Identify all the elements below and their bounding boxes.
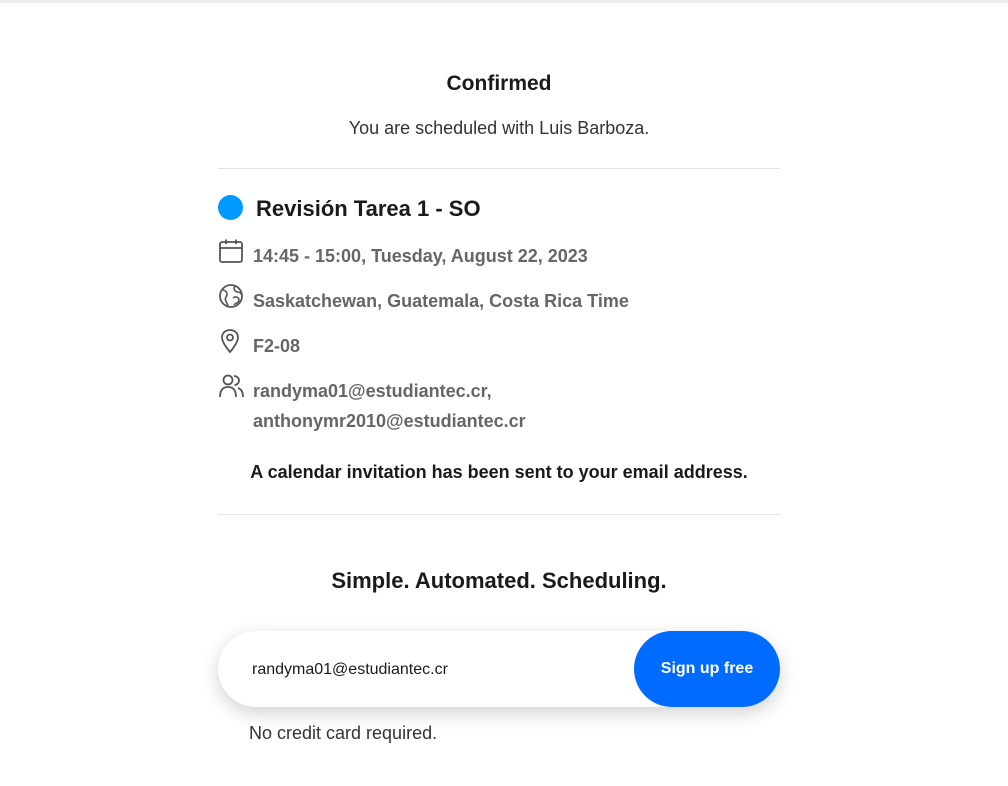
- event-timezone: Saskatchewan, Guatemala, Costa Rica Time: [253, 291, 629, 311]
- calendar-icon: [219, 239, 243, 263]
- signup-form: Sign up free: [218, 631, 780, 707]
- event-name: Revisión Tarea 1 - SO: [256, 196, 481, 221]
- calendar-invite-note: A calendar invitation has been sent to y…: [250, 462, 748, 482]
- divider-top: [218, 168, 780, 169]
- promo-heading: Simple. Automated. Scheduling.: [331, 568, 667, 593]
- globe-icon: [219, 284, 243, 308]
- divider-bottom: [218, 514, 780, 515]
- invitee-email: anthonymr2010@estudiantec.cr: [253, 411, 526, 431]
- location-pin-icon: [221, 329, 239, 354]
- email-input[interactable]: [250, 655, 634, 685]
- event-location: F2-08: [253, 336, 301, 356]
- no-credit-card-note: No credit card required.: [249, 723, 438, 743]
- invitee-email: randyma01@estudiantec.cr,: [253, 381, 492, 401]
- scheduled-with-text: You are scheduled with Luis Barboza.: [348, 118, 650, 138]
- top-border: [0, 0, 1008, 3]
- page-title: Confirmed: [446, 72, 552, 95]
- event-datetime: 14:45 - 15:00, Tuesday, August 22, 2023: [253, 246, 588, 266]
- sign-up-free-button[interactable]: Sign up free: [634, 631, 780, 707]
- event-invitees: randyma01@estudiantec.cr, anthonymr2010@…: [253, 376, 526, 436]
- event-color-dot: [218, 195, 243, 220]
- people-icon: [219, 374, 244, 398]
